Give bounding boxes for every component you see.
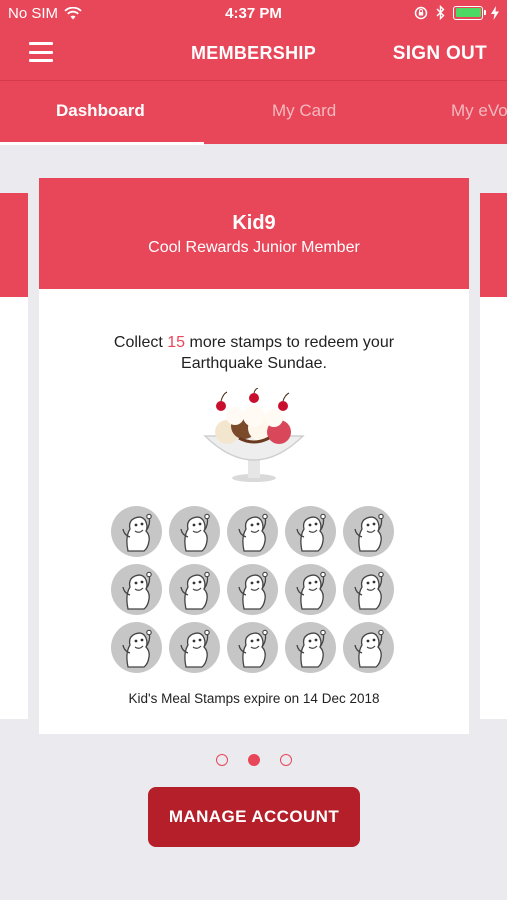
page-dot[interactable] — [247, 754, 260, 766]
tab-bar: Dashboard My Card My eVo — [0, 80, 507, 145]
bluetooth-icon — [436, 5, 445, 20]
page-dot[interactable] — [215, 754, 228, 766]
orientation-lock-icon — [414, 6, 428, 19]
mascot-stamp-icon — [343, 564, 394, 615]
battery-icon — [453, 5, 486, 20]
previous-card-peek[interactable] — [0, 193, 28, 719]
mascot-stamp-icon — [227, 506, 278, 557]
active-tab-indicator — [0, 142, 204, 145]
mascot-stamp-icon — [285, 506, 336, 557]
mascot-stamp-icon — [111, 622, 162, 673]
status-bar: No SIM 4:37 PM — [0, 0, 507, 28]
nav-bar: MEMBERSHIP SIGN OUT — [0, 28, 507, 80]
stamp-expiry-text: Kid's Meal Stamps expire on 14 Dec 2018 — [128, 691, 380, 706]
mascot-stamp-icon — [227, 564, 278, 615]
tab-my-card[interactable]: My Card — [272, 101, 336, 121]
collect-message: Collect 15 more stamps to redeem your Ea… — [39, 332, 469, 374]
mascot-stamp-icon — [285, 564, 336, 615]
collect-prefix: Collect — [113, 334, 163, 351]
manage-account-button[interactable]: MANAGE ACCOUNT — [148, 787, 360, 847]
stamps-remaining: 15 — [167, 334, 186, 351]
mascot-stamp-icon — [169, 564, 220, 615]
tab-my-evouchers[interactable]: My eVo — [451, 101, 507, 121]
mascot-stamp-icon — [285, 622, 336, 673]
mascot-stamp-icon — [169, 506, 220, 557]
charging-icon — [491, 5, 499, 20]
tab-dashboard[interactable]: Dashboard — [56, 101, 145, 121]
next-card-peek[interactable] — [480, 193, 507, 719]
card-pagination — [0, 754, 507, 766]
member-name: Kid9 — [232, 212, 276, 234]
mascot-stamp-icon — [227, 622, 278, 673]
stamp-grid — [111, 506, 397, 673]
mascot-stamp-icon — [169, 622, 220, 673]
mascot-stamp-icon — [111, 506, 162, 557]
reward-name: Earthquake Sundae. — [181, 355, 327, 372]
sign-out-button[interactable]: SIGN OUT — [393, 43, 487, 65]
membership-card: Kid9 Cool Rewards Junior Member Collect … — [39, 178, 469, 734]
status-right — [414, 5, 499, 20]
member-tier: Cool Rewards Junior Member — [148, 239, 360, 256]
sundae-image — [203, 388, 305, 482]
mascot-stamp-icon — [343, 622, 394, 673]
page-dot[interactable] — [279, 754, 292, 766]
collect-suffix: more stamps to redeem your — [189, 334, 395, 351]
card-header: Kid9 Cool Rewards Junior Member — [39, 178, 469, 289]
mascot-stamp-icon — [343, 506, 394, 557]
mascot-stamp-icon — [111, 564, 162, 615]
